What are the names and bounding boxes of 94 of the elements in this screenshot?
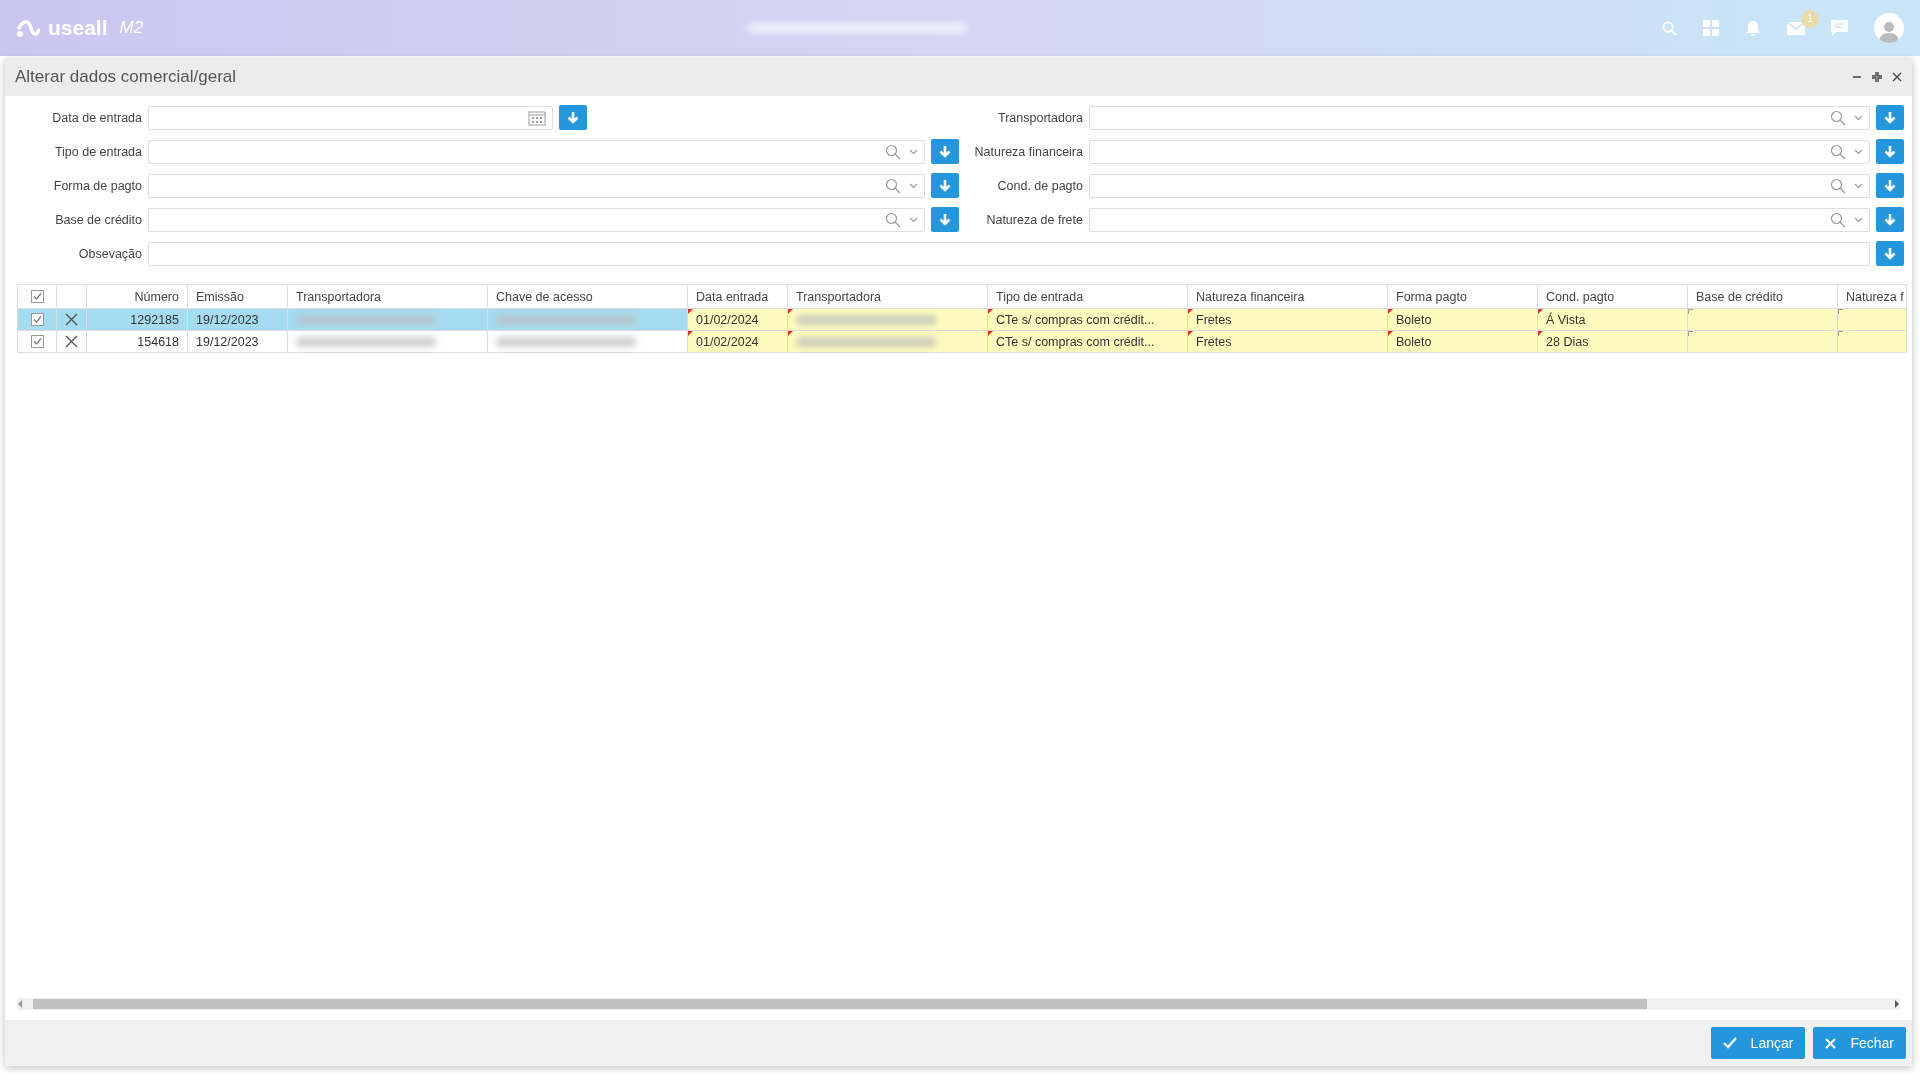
arrow-down-icon xyxy=(1883,144,1897,159)
arrow-down-icon xyxy=(938,178,952,193)
field-label: Transportadora xyxy=(997,110,1084,125)
field-label: Tipo de entrada xyxy=(53,144,143,159)
apply-button[interactable] xyxy=(1876,207,1904,232)
input-field[interactable] xyxy=(1089,173,1870,198)
checkbox[interactable] xyxy=(30,335,44,348)
column-header[interactable]: Tipo de entrada xyxy=(988,285,1188,309)
arrow-down-icon xyxy=(938,212,952,227)
table-cell: Boleto xyxy=(1388,309,1538,331)
input-field[interactable] xyxy=(148,139,925,164)
field-label: Base de crédito xyxy=(54,212,143,227)
notification-badge: 1 xyxy=(1801,9,1819,28)
input-field[interactable] xyxy=(148,207,925,232)
delete-icon[interactable] xyxy=(65,335,78,348)
search-icon[interactable] xyxy=(885,211,901,228)
caret-icon[interactable] xyxy=(1854,114,1863,121)
close-icon[interactable] xyxy=(1892,72,1902,82)
delete-icon[interactable] xyxy=(65,313,78,326)
table-cell: 01/02/2024 xyxy=(688,331,788,353)
check-icon xyxy=(1722,1037,1737,1049)
table-cell: 1292185 xyxy=(87,309,188,331)
apply-button[interactable] xyxy=(1876,139,1904,164)
column-header[interactable]: Natureza f xyxy=(1838,285,1907,309)
caret-icon[interactable] xyxy=(1854,148,1863,155)
arrow-down-icon xyxy=(1883,212,1897,227)
arrow-down-icon xyxy=(1883,246,1897,261)
field-label: Natureza financeira xyxy=(973,144,1084,159)
apply-button[interactable] xyxy=(1876,241,1904,266)
scroll-right-icon[interactable] xyxy=(1894,1000,1900,1008)
field-label: Forma de pagto xyxy=(52,178,143,193)
input-field[interactable] xyxy=(148,105,553,130)
apply-button[interactable] xyxy=(931,139,959,164)
column-header[interactable]: Transportadora xyxy=(788,285,988,309)
table-cell: Fretes xyxy=(1188,331,1388,353)
app-logo: useall xyxy=(48,16,108,40)
table-cell: Fretes xyxy=(1188,309,1388,331)
caret-icon[interactable] xyxy=(1854,216,1863,223)
close-icon xyxy=(1825,1037,1837,1049)
scroll-left-icon[interactable] xyxy=(17,1000,23,1008)
column-header[interactable]: Data entrada xyxy=(688,285,788,309)
field-label: Obsevação xyxy=(77,246,143,261)
search-icon[interactable] xyxy=(1830,109,1846,126)
column-header[interactable]: Transportadora xyxy=(288,285,488,309)
search-icon[interactable] xyxy=(885,143,901,160)
caret-icon[interactable] xyxy=(1854,182,1863,189)
arrow-down-icon xyxy=(1883,178,1897,193)
apply-button[interactable] xyxy=(931,207,959,232)
arrow-down-icon xyxy=(938,144,952,159)
table-cell: Boleto xyxy=(1388,331,1538,353)
column-header[interactable]: Cond. pagto xyxy=(1538,285,1688,309)
user-avatar[interactable] xyxy=(1874,13,1904,43)
dialog-title: Alterar dados comercial/geral xyxy=(15,67,238,87)
table-cell: 19/12/2023 xyxy=(188,309,288,331)
search-icon[interactable] xyxy=(885,177,901,194)
search-icon[interactable] xyxy=(1830,143,1846,160)
field-label: Cond. de pagto xyxy=(996,178,1084,193)
field-label: Data de entrada xyxy=(51,110,143,125)
checkbox[interactable] xyxy=(30,290,44,303)
input-field[interactable] xyxy=(1089,207,1870,232)
caret-icon[interactable] xyxy=(909,216,918,223)
table-cell: CTe s/ compras com crédit... xyxy=(988,309,1188,331)
search-icon[interactable] xyxy=(1830,177,1846,194)
caret-icon[interactable] xyxy=(909,182,918,189)
table-cell: 01/02/2024 xyxy=(688,309,788,331)
column-header[interactable]: Natureza financeira xyxy=(1188,285,1388,309)
column-header[interactable]: Forma pagto xyxy=(1388,285,1538,309)
table-cell: Á Vista xyxy=(1538,309,1688,331)
input-field[interactable] xyxy=(1089,105,1870,130)
logo-icon xyxy=(16,18,40,38)
table-cell: 154618 xyxy=(87,331,188,353)
column-header[interactable]: Emissão xyxy=(188,285,288,309)
arrow-down-icon xyxy=(1883,110,1897,125)
horizontal-scrollbar[interactable] xyxy=(17,998,1900,1010)
apply-button[interactable] xyxy=(1876,105,1904,130)
input-field[interactable] xyxy=(1089,139,1870,164)
apply-button[interactable] xyxy=(1876,173,1904,198)
search-icon[interactable] xyxy=(1830,211,1846,228)
checkbox[interactable] xyxy=(30,313,44,326)
apply-button[interactable] xyxy=(931,173,959,198)
input-field[interactable] xyxy=(148,241,1870,266)
table-cell: 19/12/2023 xyxy=(188,331,288,353)
column-header[interactable]: Base de crédito xyxy=(1688,285,1838,309)
column-header[interactable]: Número xyxy=(87,285,188,309)
arrow-down-icon xyxy=(566,110,580,125)
restore-icon[interactable] xyxy=(1872,72,1882,82)
input-field[interactable] xyxy=(148,173,925,198)
field-label: Natureza de frete xyxy=(985,212,1084,227)
calendar-icon[interactable] xyxy=(528,109,546,126)
table-cell: 28 Dias xyxy=(1538,331,1688,353)
caret-icon[interactable] xyxy=(909,148,918,155)
column-header[interactable]: Chave de acesso xyxy=(488,285,688,309)
table-cell: CTe s/ compras com crédit... xyxy=(988,331,1188,353)
apply-button[interactable] xyxy=(559,105,587,130)
